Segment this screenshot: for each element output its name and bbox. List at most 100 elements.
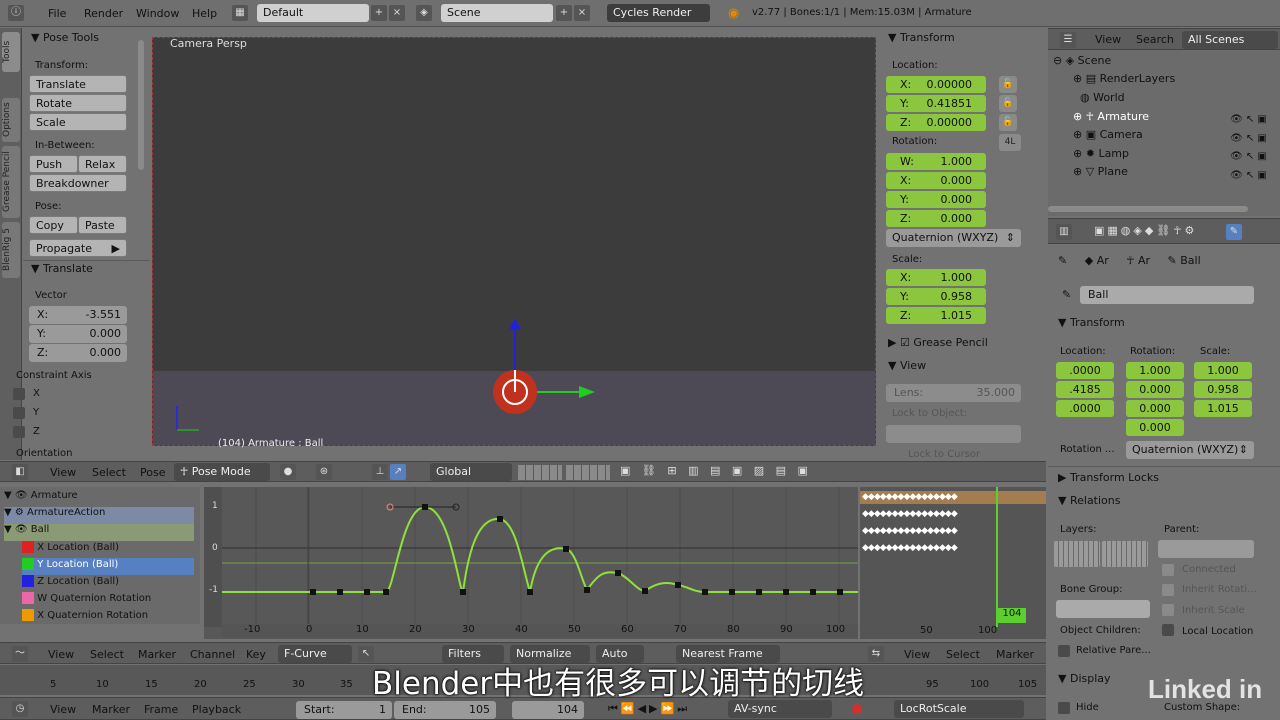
keyframe-point[interactable] [310,589,316,595]
render-engine-select[interactable]: Cycles Render [607,4,710,22]
translate-manipulator-icon[interactable]: ↗ [390,464,406,480]
current-frame-field[interactable]: 104 [512,701,584,719]
channel-z-location[interactable]: Z Location (Ball) [22,575,194,592]
location-y-field[interactable]: Y: 0.41851 [886,95,986,112]
y-location-fcurve[interactable] [222,505,858,594]
fcurve-plot[interactable] [204,487,858,639]
keyframe-point[interactable] [527,589,533,595]
constraint-y-checkbox[interactable] [13,407,25,419]
outliner-display-select[interactable]: All Scenes [1182,31,1278,49]
relative-parent-checkbox[interactable] [1058,645,1070,657]
layers-grid-right[interactable] [1102,541,1148,567]
connected-checkbox[interactable] [1162,564,1174,576]
scale-x-field[interactable]: X: 1.000 [886,269,986,286]
lock-icon[interactable]: 🔓 [999,76,1017,93]
keyframe-point[interactable] [783,589,789,595]
z-arrow-head[interactable] [509,318,521,330]
view-panel-header[interactable]: ▼ View [888,359,926,372]
bone-scale-y[interactable]: 0.958 [1194,381,1252,398]
mode-select[interactable]: ☥ Pose Mode [174,463,270,481]
outliner-item-plane[interactable]: ⊕ ▽ Plane [1073,165,1128,178]
ball-gizmo[interactable] [483,308,603,428]
keyframe-point[interactable] [422,504,428,510]
keying-set-select[interactable]: LocRotScale [894,700,1024,718]
tab-tools[interactable]: Tools [2,32,20,72]
scale-y-field[interactable]: Y: 0.958 [886,288,986,305]
dopesheet-select-menu[interactable]: Select [946,648,980,661]
keyframe-point[interactable] [810,589,816,595]
outliner-view-menu[interactable]: View [1095,33,1121,46]
graph-editor-icon[interactable]: 〜 [12,646,28,662]
layout-selector[interactable]: Default [257,4,369,22]
channel-ball-group[interactable]: ▼ 👁 Ball [4,524,194,541]
vector-z-field[interactable]: Z: 0.000 [29,344,127,362]
grease-pencil-header[interactable]: ▶ ☑ Grease Pencil [888,336,988,349]
channel-x-location[interactable]: X Location (Ball) [22,541,194,558]
tab-grease-pencil[interactable]: Grease Pencil [2,146,20,218]
viewport-3d[interactable]: Camera Persp (104) Armature : Ball [152,37,876,449]
keyframe-point[interactable] [497,516,503,522]
remove-layout-icon[interactable]: × [389,5,405,21]
view3d-select-menu[interactable]: Select [92,466,126,479]
header-tool-icons[interactable]: ▣ ⛓ ⊞ ▥ ▤ ▣ ▨ ▤ ▣ [620,464,812,477]
rotation-mode-select[interactable]: Quaternion (WXYZ) ⇕ [886,229,1021,247]
scale-button[interactable]: Scale [29,113,127,131]
lock-icon[interactable]: 🔓 [999,114,1017,131]
keyframe-point[interactable] [584,587,590,593]
graph-view-menu[interactable]: View [48,648,74,661]
remove-scene-icon[interactable]: × [574,5,590,21]
keyframe-point[interactable] [729,589,735,595]
transform-orientation-select[interactable]: Global [430,463,512,481]
lock-icon[interactable]: 🔓 [999,95,1017,112]
menu-render[interactable]: Render [84,7,123,20]
bone-loc-z[interactable]: .0000 [1056,400,1114,417]
rotation-z-field[interactable]: Z: 0.000 [886,210,986,227]
dopesheet-marker-menu[interactable]: Marker [996,648,1034,661]
bone-loc-y[interactable]: .4185 [1056,381,1114,398]
constraint-z-checkbox[interactable] [13,426,25,438]
rotation-4l-toggle[interactable]: 4L [999,134,1021,151]
dopesheet-keys-row[interactable]: ◆◆◆◆◆◆◆◆◆◆◆◆◆◆◆◆ [862,509,958,519]
end-frame-field[interactable]: End: 105 [394,701,496,719]
channel-action[interactable]: ▼ ⚙ ArmatureAction [4,507,194,524]
constraint-x-checkbox[interactable] [13,388,25,400]
timeline-frame-menu[interactable]: Frame [144,703,178,716]
outliner-search-menu[interactable]: Search [1136,33,1174,46]
add-scene-icon[interactable]: + [556,5,572,21]
transform-locks-header[interactable]: ▶ Transform Locks [1058,471,1159,484]
context-tabs[interactable]: ▣▦◍◈◆⛓☥⚙ [1094,224,1197,237]
outliner-scrollbar[interactable] [1048,206,1248,212]
record-icon[interactable] [852,704,862,714]
outliner-item-scene[interactable]: ⊖ ◈ Scene [1053,54,1111,67]
keyframe-point[interactable] [756,589,762,595]
manipulator-icon[interactable]: ⊥ [372,464,388,480]
view3d-pose-menu[interactable]: Pose [140,466,165,479]
outliner-item-renderlayers[interactable]: ⊕ ▤ RenderLayers [1073,72,1175,85]
graph-channel-menu[interactable]: Channel [190,648,235,661]
propagate-button[interactable]: Propagate ▶ [29,239,127,257]
copy-pose-button[interactable]: Copy [29,216,78,234]
channel-armature[interactable]: ▼ 👁 Armature [4,490,194,507]
inherit-rotation-checkbox[interactable] [1162,584,1174,596]
graph-select-menu[interactable]: Select [90,648,124,661]
scale-z-field[interactable]: Z: 1.015 [886,307,986,324]
rotation-x-field[interactable]: X: 0.000 [886,172,986,189]
bone-rot-x[interactable]: 0.000 [1126,381,1184,398]
keyframe-point[interactable] [460,589,466,595]
rotate-button[interactable]: Rotate [29,94,127,112]
scene-selector[interactable]: Scene [441,4,553,22]
visibility-toggles[interactable]: 👁 ↖ ▣ 👁 ↖ ▣ 👁 ↖ ▣ 👁 ↖ ▣ [1230,111,1276,211]
channel-w-quaternion[interactable]: W Quaternion Rotation [22,592,194,609]
y-arrow-head[interactable] [579,386,595,398]
graph-marker-menu[interactable]: Marker [138,648,176,661]
pivot-icon[interactable]: ⊛ [316,464,332,480]
keyframe-point[interactable] [675,582,681,588]
push-button[interactable]: Push [29,155,78,173]
channel-x-quaternion[interactable]: X Quaternion Rotation [22,609,194,626]
dopesheet-editor-icon[interactable]: ⇆ [868,646,884,662]
outliner-item-armature[interactable]: ⊕ ☥ Armature [1073,110,1149,123]
menu-window[interactable]: Window [136,7,179,20]
vector-x-field[interactable]: X: -3.551 [29,306,127,324]
dopesheet-keys-row[interactable]: ◆◆◆◆◆◆◆◆◆◆◆◆◆◆◆◆ [862,492,958,502]
tab-options[interactable]: Options [2,98,20,142]
